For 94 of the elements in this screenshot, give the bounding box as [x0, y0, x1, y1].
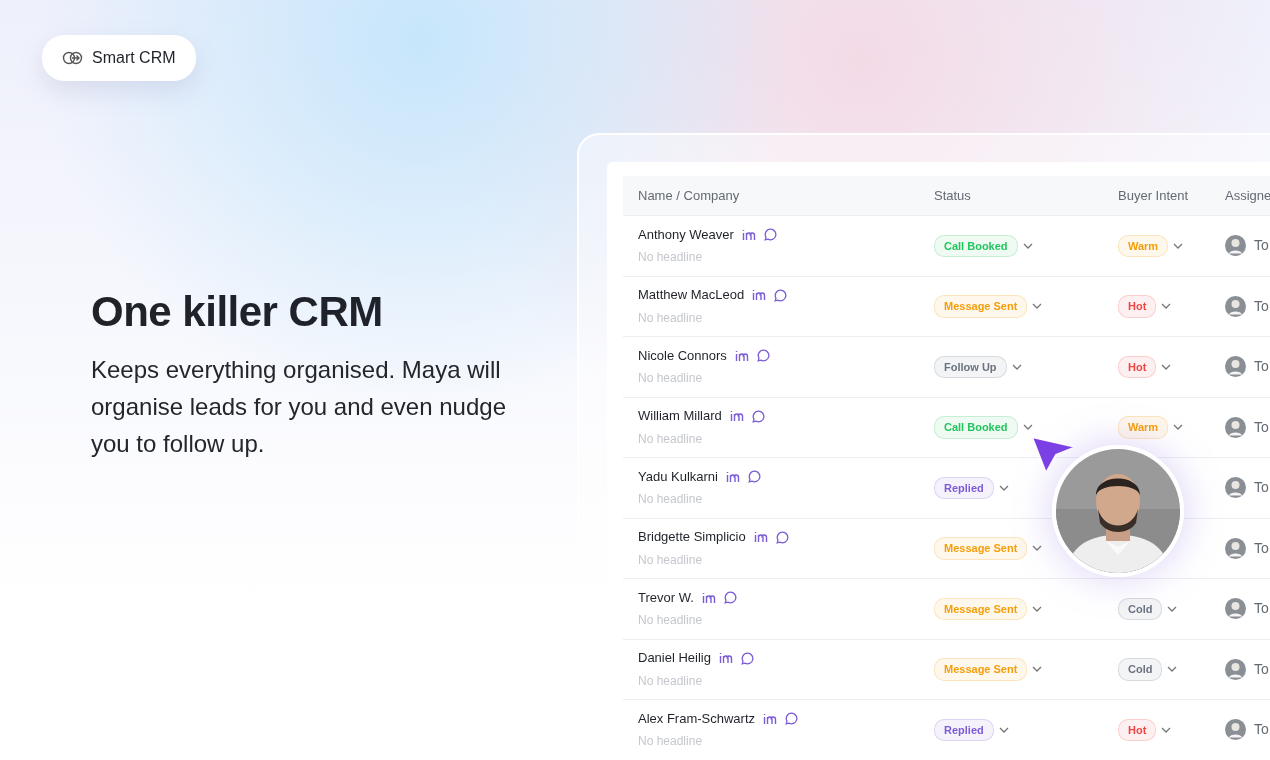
headline-text: No headline	[638, 672, 703, 690]
contact-name: Yadu Kulkarni	[638, 467, 718, 486]
column-header: Assigne	[1225, 186, 1270, 205]
assignee-name: To	[1254, 358, 1269, 375]
tag: Message Sent	[934, 537, 1028, 560]
chat-bubble-icon[interactable]	[748, 470, 761, 483]
chevron-down-icon[interactable]	[1167, 605, 1178, 612]
assignee-name: To	[1254, 539, 1269, 556]
linkedin-icon[interactable]	[701, 591, 716, 604]
contact-name: Bridgette Simplicio	[638, 528, 746, 547]
headline-text: No headline	[638, 733, 703, 751]
chevron-down-icon[interactable]	[998, 484, 1009, 491]
assignee-name: To	[1254, 297, 1269, 314]
chat-bubble-icon[interactable]	[774, 288, 788, 302]
badge-label: Smart CRM	[92, 48, 176, 68]
chevron-down-icon[interactable]	[1173, 242, 1184, 249]
contact-name: Alex Fram-Schwartz	[638, 709, 756, 728]
assignee-name: To	[1254, 237, 1269, 254]
hero-title: One killer CRM	[91, 287, 384, 337]
chat-bubble-icon[interactable]	[751, 409, 765, 423]
linkedin-icon[interactable]	[763, 712, 778, 725]
avatar-icon	[1225, 537, 1246, 559]
headline-text: No headline	[638, 309, 703, 327]
tag: Replied	[934, 718, 994, 741]
headline-text: No headline	[638, 551, 703, 569]
chevron-down-icon[interactable]	[1032, 605, 1043, 612]
tag: Warm	[1118, 416, 1169, 439]
chat-bubble-icon[interactable]	[756, 349, 770, 362]
tag: Cold	[1118, 658, 1163, 681]
tag: Call Booked	[934, 234, 1018, 257]
chat-bubble-icon[interactable]	[723, 591, 737, 604]
tag: Message Sent	[934, 597, 1028, 620]
chevron-down-icon[interactable]	[1032, 666, 1043, 673]
linkedin-icon[interactable]	[753, 531, 768, 543]
assignee-name: To	[1254, 660, 1269, 677]
chevron-down-icon[interactable]	[1022, 424, 1033, 431]
avatar-icon	[1225, 658, 1246, 680]
avatar-icon	[1225, 295, 1246, 317]
avatar-icon	[1225, 356, 1246, 378]
chevron-down-icon[interactable]	[1011, 363, 1022, 370]
tag: Cold	[1118, 597, 1163, 620]
chevron-down-icon[interactable]	[1032, 545, 1043, 552]
chevron-down-icon[interactable]	[998, 726, 1009, 733]
chat-bubble-icon[interactable]	[785, 712, 799, 725]
column-header: Status	[934, 186, 972, 205]
avatar-icon	[1225, 416, 1246, 438]
chevron-down-icon[interactable]	[1161, 303, 1172, 310]
avatar-icon	[1225, 719, 1246, 741]
contact-name: William Millard	[638, 407, 722, 426]
assignee-name: To	[1254, 600, 1269, 617]
avatar-icon	[1225, 477, 1246, 499]
chevron-down-icon[interactable]	[1167, 666, 1178, 673]
headline-text: No headline	[638, 612, 703, 630]
assignee-name: To	[1254, 721, 1269, 738]
linkedin-icon[interactable]	[729, 410, 744, 422]
tag: Message Sent	[934, 295, 1028, 318]
chevron-down-icon[interactable]	[1161, 363, 1172, 370]
tag: Hot	[1118, 718, 1157, 741]
column-header: Name / Company	[637, 186, 741, 205]
arrow-circles-icon	[62, 50, 84, 66]
headline-text: No headline	[638, 491, 703, 509]
tag: Warm	[1118, 234, 1169, 257]
linkedin-icon[interactable]	[719, 652, 733, 664]
chat-bubble-icon[interactable]	[763, 228, 777, 241]
tag: Hot	[1118, 295, 1157, 318]
contact-name: Trevor W.	[638, 588, 694, 607]
tag: Message Sent	[934, 658, 1028, 681]
contact-name: Nicole Connors	[638, 346, 727, 365]
headline-text: No headline	[638, 249, 703, 267]
linkedin-icon[interactable]	[741, 228, 756, 241]
assignee-name: To	[1254, 479, 1269, 496]
chevron-down-icon[interactable]	[1161, 726, 1172, 733]
tag: Replied	[934, 476, 994, 499]
chat-bubble-icon[interactable]	[741, 651, 754, 665]
chat-bubble-icon[interactable]	[775, 530, 789, 544]
linkedin-icon[interactable]	[752, 289, 767, 301]
tag: Follow Up	[934, 355, 1007, 378]
headline-text: No headline	[638, 370, 703, 388]
hero-description: Keeps everything organised. Maya will organise leads for you and even nudge you to follow up.	[91, 355, 507, 460]
linkedin-icon[interactable]	[734, 349, 749, 362]
chevron-down-icon[interactable]	[1022, 242, 1033, 249]
headline-text: No headline	[638, 430, 703, 448]
contact-name: Anthony Weaver	[638, 225, 734, 244]
contact-name: Matthew MacLeod	[638, 286, 745, 305]
chevron-down-icon[interactable]	[1173, 424, 1184, 431]
tag: Hot	[1118, 355, 1157, 378]
chevron-down-icon[interactable]	[1032, 303, 1043, 310]
assignee-name: To	[1254, 418, 1269, 435]
tag: Call Booked	[934, 416, 1018, 439]
linkedin-icon[interactable]	[726, 470, 740, 483]
avatar-icon	[1225, 598, 1246, 620]
column-header: Buyer Intent	[1118, 186, 1190, 205]
contact-name: Daniel Heilig	[638, 649, 711, 668]
avatar-icon	[1225, 235, 1246, 257]
